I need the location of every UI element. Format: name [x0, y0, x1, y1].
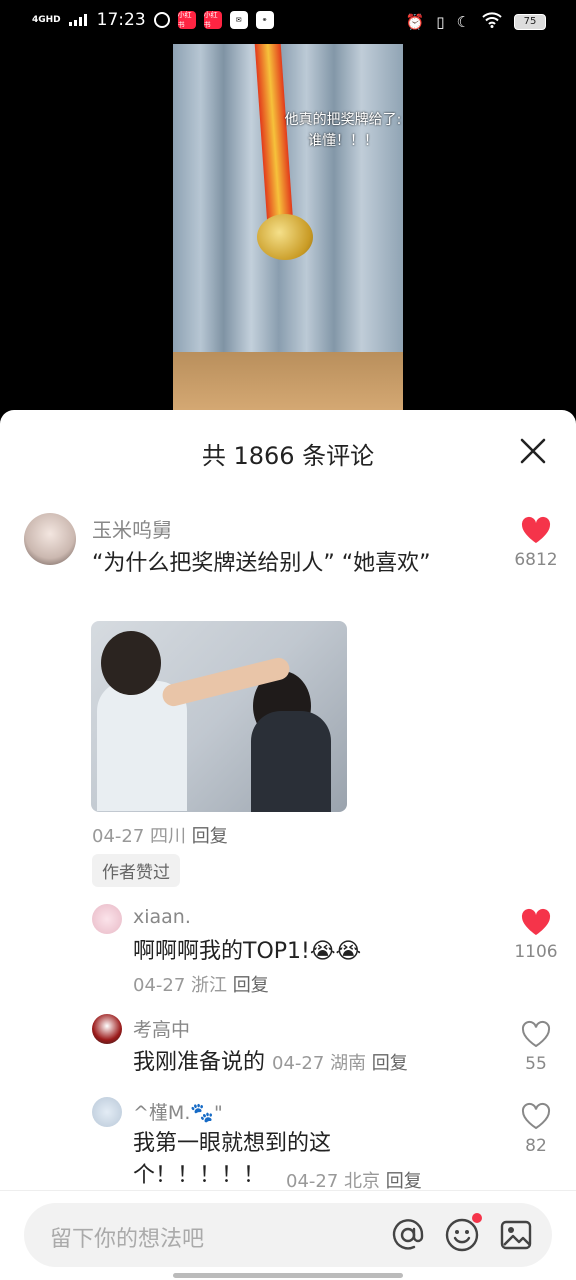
image-icon[interactable] — [498, 1217, 534, 1253]
crying-emoji-icon: 😭😭 — [309, 939, 362, 964]
home-indicator[interactable] — [173, 1273, 403, 1278]
comment-text[interactable]: 我刚准备说的 04-27 湖南 回复 — [133, 1047, 493, 1080]
medal — [257, 214, 313, 260]
like-count: 1106 — [514, 942, 558, 962]
reply-button[interactable]: 回复 — [372, 1053, 408, 1074]
close-icon[interactable] — [518, 436, 548, 466]
notification-dot — [472, 1213, 482, 1223]
avatar[interactable] — [24, 513, 76, 565]
comment-meta: 04-27 湖南 回复 — [272, 1053, 408, 1074]
heart-outline-icon — [521, 1103, 551, 1130]
video-player[interactable]: 他真的把奖牌给了: 谁懂！！！ — [0, 44, 576, 410]
like-button[interactable]: 82 — [506, 1102, 566, 1156]
comment-text[interactable]: 啊啊啊我的TOP1!😭😭 — [133, 936, 493, 968]
reply-button[interactable]: 回复 — [233, 975, 269, 996]
do-not-disturb-icon: ☾ — [456, 13, 470, 31]
video-caption: 他真的把奖牌给了: 谁懂！！！ — [284, 112, 402, 149]
like-count: 6812 — [514, 550, 558, 570]
like-button[interactable]: 55 — [506, 1020, 566, 1074]
link-icon: ⚭ — [255, 11, 274, 29]
comment-username[interactable]: 玉米呜舅 — [92, 514, 172, 543]
image-figure — [251, 711, 331, 812]
battery-icon: 75 — [514, 14, 546, 30]
comment-location: 北京 — [344, 1171, 381, 1192]
comment-input[interactable]: 留下你的想法吧 — [24, 1203, 552, 1267]
comment-image[interactable] — [91, 621, 347, 812]
alarm-icon: ⏰ — [405, 13, 425, 31]
comment-username[interactable]: xiaan. — [133, 906, 191, 928]
avatar[interactable] — [92, 1097, 122, 1127]
comment-username[interactable]: ^槿M.🐾" — [133, 1098, 223, 1125]
comment-location: 浙江 — [191, 975, 228, 996]
comment-location: 湖南 — [330, 1053, 367, 1074]
app-notification-icon: 小红书 — [177, 11, 196, 29]
comment-date: 04-27 — [92, 826, 145, 847]
network-type: 4GHD — [32, 14, 61, 25]
heart-outline-icon — [521, 1021, 551, 1048]
like-count: 82 — [525, 1136, 547, 1156]
comments-sheet: 共 1866 条评论 玉米呜舅 “为什么把奖牌送给别人” “她喜欢” 04-27… — [0, 410, 576, 1280]
avatar[interactable] — [92, 1014, 122, 1044]
comment-date: 04-27 — [286, 1171, 339, 1192]
comment-date: 04-27 — [133, 975, 186, 996]
heart-filled-icon — [521, 516, 551, 543]
video-frame[interactable]: 他真的把奖牌给了: 谁懂！！！ — [173, 44, 403, 410]
comment-input-placeholder: 留下你的想法吧 — [50, 1227, 205, 1252]
comments-count-title: 共 1866 条评论 — [201, 442, 375, 470]
video-floor — [173, 352, 403, 410]
notification-icon — [153, 12, 170, 28]
mention-icon[interactable] — [390, 1217, 426, 1253]
app-notification-icon: 小红书 — [203, 11, 222, 29]
signal-icon — [68, 14, 87, 26]
vibrate-icon: ▯ — [436, 13, 445, 31]
comment-location: 四川 — [150, 826, 187, 847]
like-button[interactable]: 6812 — [506, 516, 566, 570]
mail-icon: ✉ — [229, 11, 248, 29]
wifi-icon — [482, 12, 502, 32]
comment-date: 04-27 — [272, 1053, 325, 1074]
like-button[interactable]: 1106 — [506, 908, 566, 962]
comment-meta: 04-27 浙江 回复 — [133, 971, 269, 997]
comment-meta: 04-27 四川 回复 — [92, 822, 228, 848]
clock: 17:23 — [96, 10, 146, 30]
like-count: 55 — [525, 1054, 547, 1074]
emoji-icon[interactable] — [444, 1213, 482, 1253]
comment-text[interactable]: “为什么把奖牌送给别人” “她喜欢” — [92, 548, 482, 580]
status-bar: 4GHD 17:23 小红书 小红书 ✉ ⚭ ⏰ ▯ ☾ 75 — [0, 0, 576, 44]
image-figure — [101, 631, 161, 695]
reply-button[interactable]: 回复 — [386, 1171, 422, 1192]
comment-username[interactable]: 考高中 — [133, 1015, 190, 1042]
heart-filled-icon — [521, 908, 551, 935]
avatar[interactable] — [92, 904, 122, 934]
author-liked-badge: 作者赞过 — [92, 854, 180, 887]
reply-button[interactable]: 回复 — [192, 826, 228, 847]
